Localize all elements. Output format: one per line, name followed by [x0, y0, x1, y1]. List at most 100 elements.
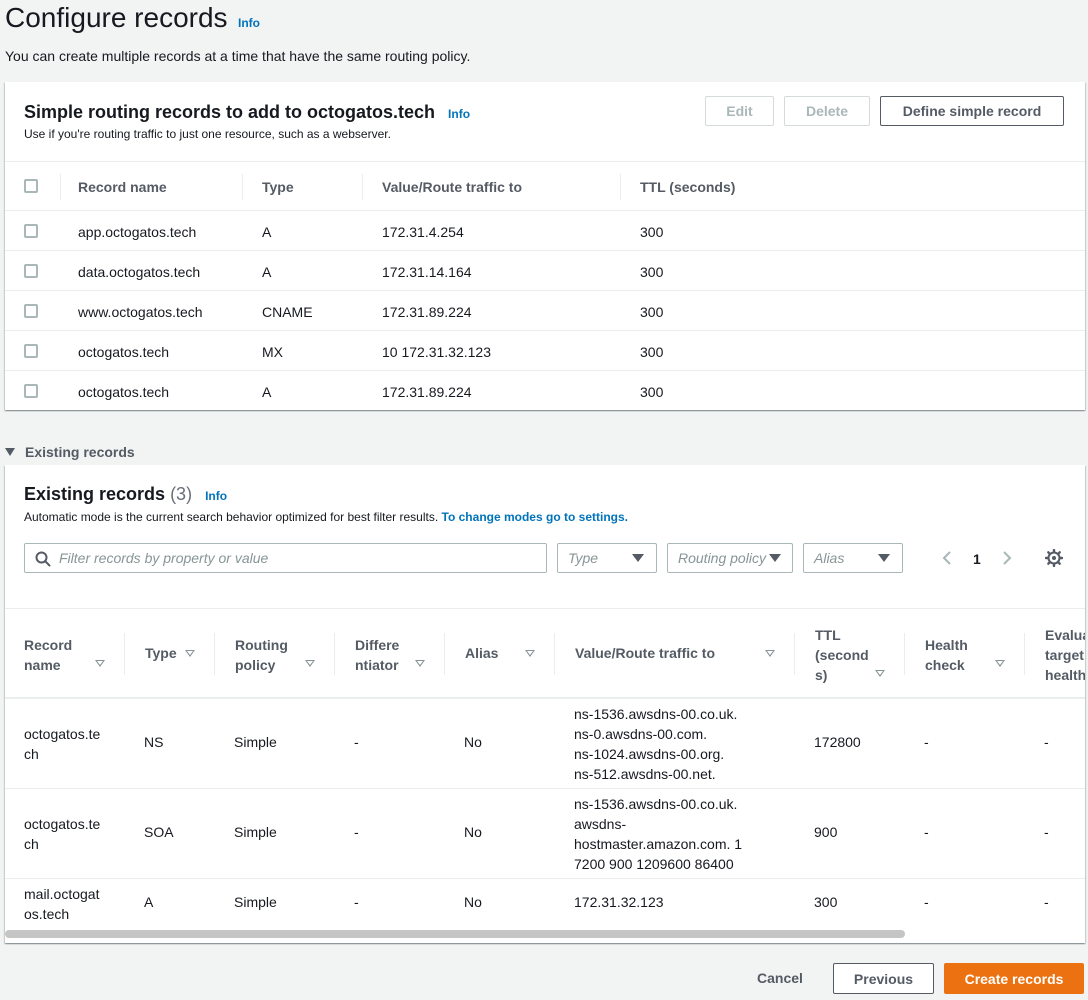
type-filter-label: Type [568, 550, 599, 566]
simple-panel-title-text: Simple routing records to add to octogat… [24, 102, 436, 122]
row-checkbox[interactable] [24, 264, 38, 278]
record-value: ns-1536.awsdns-00.co.uk. awsdns- hostmas… [574, 794, 742, 874]
record-differentiator: - [354, 894, 359, 910]
record-name: www.octogatos.tech [78, 304, 203, 320]
table-row[interactable]: octogatos.tech A 172.31.89.224 300 [5, 370, 1085, 410]
sort-icon[interactable] [185, 650, 195, 657]
existing-panel-description-text: Automatic mode is the current search beh… [24, 510, 439, 524]
column-divider [242, 174, 243, 200]
table-row[interactable]: octogatos.te ch NS Simple - No ns-1536.a… [5, 698, 1085, 788]
record-type: A [262, 264, 272, 280]
column-header-ttl[interactable]: TTL (seconds) [640, 179, 735, 195]
sort-icon[interactable] [525, 650, 535, 657]
sort-icon[interactable] [765, 650, 775, 657]
record-ttl: 300 [640, 224, 664, 240]
record-ttl: 300 [640, 384, 664, 400]
row-checkbox[interactable] [24, 384, 38, 398]
page-number[interactable]: 1 [973, 551, 981, 567]
text-line: ch [24, 746, 39, 762]
row-checkbox[interactable] [24, 224, 38, 238]
header-line: name [24, 657, 61, 673]
column-header-value[interactable]: Value/Route traffic to [382, 179, 522, 195]
existing-panel-info-link[interactable]: Info [205, 489, 227, 503]
column-header-ttl[interactable]: TTL (second s) [815, 625, 869, 685]
sort-icon[interactable] [95, 660, 105, 667]
record-health-check: - [924, 734, 929, 750]
column-header-record-name[interactable]: Record name [24, 635, 72, 675]
type-filter-select[interactable]: Type [557, 543, 657, 573]
column-header-evaluate-target-health[interactable]: Evalua target health [1045, 625, 1085, 685]
header-line: Evalua [1045, 627, 1085, 643]
create-records-button[interactable]: Create records [944, 963, 1084, 994]
search-input[interactable]: Filter records by property or value [24, 543, 547, 573]
column-header-differentiator[interactable]: Differe ntiator [355, 635, 399, 675]
record-evaluate-target-health: - [1044, 734, 1049, 750]
text-line: 7200 900 1209600 86400 [574, 856, 734, 872]
record-name: octogatos.tech [78, 344, 170, 360]
alias-filter-label: Alias [814, 550, 845, 566]
define-simple-record-button[interactable]: Define simple record [880, 96, 1064, 126]
existing-table-header: Record name Type Routing policy Differe … [5, 608, 1085, 698]
table-row[interactable]: app.octogatos.tech A 172.31.4.254 300 [5, 210, 1085, 250]
header-line: check [925, 657, 965, 673]
existing-records-toggle[interactable]: Existing records [5, 444, 135, 460]
gear-icon[interactable] [1045, 549, 1063, 567]
simple-panel-info-link[interactable]: Info [448, 107, 470, 121]
text-line: os.tech [24, 906, 70, 922]
table-row[interactable]: www.octogatos.tech CNAME 172.31.89.224 3… [5, 290, 1085, 330]
previous-button[interactable]: Previous [833, 963, 934, 994]
column-divider [1024, 633, 1025, 675]
cancel-button[interactable]: Cancel [757, 970, 803, 986]
column-header-value[interactable]: Value/Route traffic to [575, 645, 715, 661]
text-line: ns-512.awsdns-00.net. [574, 766, 716, 782]
column-header-health-check[interactable]: Health check [925, 635, 968, 675]
column-divider [794, 633, 795, 675]
column-header-type[interactable]: Type [262, 179, 294, 195]
table-row[interactable]: data.octogatos.tech A 172.31.14.164 300 [5, 250, 1085, 290]
existing-panel-title: Existing records (3) Info [24, 484, 227, 505]
column-divider [214, 633, 215, 675]
chevron-left-icon[interactable] [941, 550, 953, 566]
record-alias: No [464, 824, 482, 840]
row-checkbox[interactable] [24, 344, 38, 358]
column-header-type[interactable]: Type [145, 645, 177, 661]
sort-icon[interactable] [305, 660, 315, 667]
record-type: A [262, 384, 272, 400]
simple-panel-title: Simple routing records to add to octogat… [24, 102, 470, 123]
simple-panel-description: Use if you're routing traffic to just on… [24, 127, 391, 141]
record-value: 172.31.14.164 [382, 264, 472, 280]
table-row[interactable]: mail.octogat os.tech A Simple - No 172.3… [5, 878, 1085, 928]
delete-button[interactable]: Delete [784, 96, 870, 126]
column-header-alias[interactable]: Alias [465, 645, 498, 661]
text-line: ns-1024.awsdns-00.org. [574, 746, 725, 762]
header-line: Health [925, 637, 968, 653]
page-info-link[interactable]: Info [238, 16, 260, 30]
record-routing-policy: Simple [234, 734, 277, 750]
routing-policy-filter-select[interactable]: Routing policy [667, 543, 793, 573]
alias-filter-select[interactable]: Alias [803, 543, 903, 573]
header-line: policy [235, 657, 276, 673]
table-row[interactable]: octogatos.te ch SOA Simple - No ns-1536.… [5, 788, 1085, 878]
existing-records-panel: Existing records (3) Info Automatic mode… [5, 465, 1085, 943]
column-header-record-name[interactable]: Record name [78, 179, 167, 195]
record-value: ns-1536.awsdns-00.co.uk. ns-0.awsdns-00.… [574, 704, 737, 784]
settings-link[interactable]: To change modes go to settings. [442, 510, 628, 524]
sort-icon[interactable] [995, 660, 1005, 667]
table-row[interactable]: octogatos.tech MX 10 172.31.32.123 300 [5, 330, 1085, 370]
horizontal-scrollbar[interactable] [5, 930, 905, 938]
record-ttl: 172800 [814, 734, 861, 750]
column-divider [124, 633, 125, 675]
select-all-checkbox[interactable] [24, 179, 38, 193]
header-line: TTL [815, 627, 841, 643]
record-routing-policy: Simple [234, 894, 277, 910]
column-divider [554, 633, 555, 675]
sort-icon[interactable] [415, 660, 425, 667]
chevron-right-icon[interactable] [1001, 550, 1013, 566]
page-description: You can create multiple records at a tim… [5, 48, 471, 64]
column-header-routing-policy[interactable]: Routing policy [235, 635, 288, 675]
row-checkbox[interactable] [24, 304, 38, 318]
edit-button[interactable]: Edit [705, 96, 774, 126]
caret-down-icon [878, 554, 890, 562]
text-line: octogatos.te [24, 816, 101, 832]
sort-icon[interactable] [875, 670, 885, 677]
